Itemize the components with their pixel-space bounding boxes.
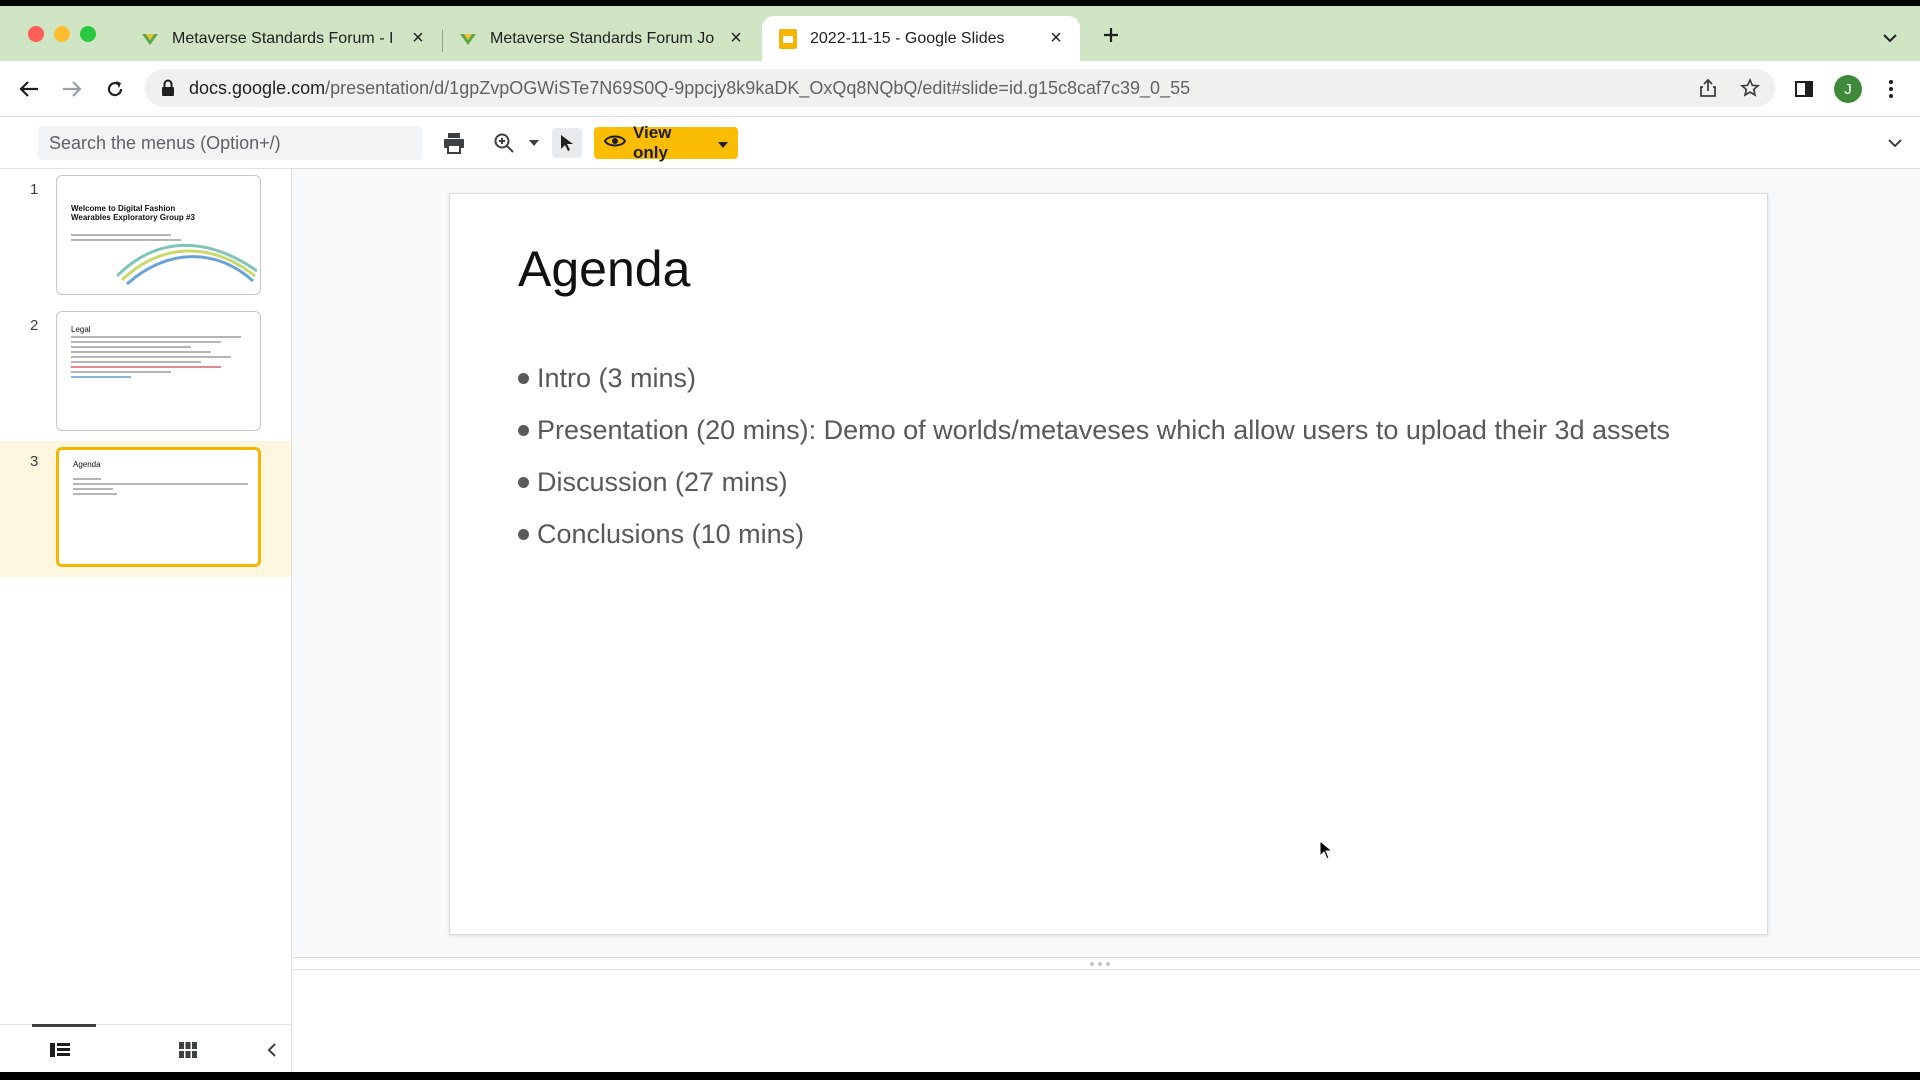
slide-editor: Agenda Intro (3 mins) Presentation (20 m… <box>293 169 1920 1072</box>
filmstrip-slide-2[interactable]: 2 Legal <box>0 305 291 441</box>
slide-filmstrip: 1 Welcome to Digital Fashion Wearables E… <box>0 169 292 1072</box>
bullet-text: Discussion (27 mins) <box>537 466 788 497</box>
collapse-panel-chevron-icon[interactable] <box>259 1037 285 1063</box>
tab-title: Metaverse Standards Forum - I <box>172 29 394 47</box>
window-minimize-button[interactable] <box>54 26 70 42</box>
url-path: /presentation/d/1gpZvpOGWiSTe7N69S0Q-9pp… <box>325 78 1191 98</box>
url-text: docs.google.com/presentation/d/1gpZvpOGW… <box>189 78 1190 99</box>
bullet-item: Conclusions (10 mins) <box>516 508 1670 560</box>
thumbnail-title: Welcome to Digital Fashion Wearables Exp… <box>71 204 195 222</box>
browser-window: Metaverse Standards Forum - I × Metavers… <box>0 6 1920 1072</box>
bullet-text: Intro (3 mins) <box>537 362 697 393</box>
close-icon[interactable]: × <box>1046 27 1066 49</box>
url-host: docs.google.com <box>189 78 326 98</box>
slide-number: 1 <box>30 181 39 198</box>
select-pointer-icon[interactable] <box>552 128 582 158</box>
tab-strip: Metaverse Standards Forum - I × Metavers… <box>0 6 1920 61</box>
slide-canvas[interactable]: Agenda Intro (3 mins) Presentation (20 m… <box>449 193 1768 935</box>
reload-icon[interactable] <box>101 75 129 103</box>
slides-toolbar: Search the menus (Option+/) View only <box>0 117 1920 169</box>
speaker-notes-resize-handle[interactable] <box>293 957 1920 970</box>
browser-tab-2[interactable]: Metaverse Standards Forum Jo × <box>442 16 760 61</box>
window-close-button[interactable] <box>28 26 44 42</box>
caret-down-icon <box>718 133 728 153</box>
close-icon[interactable]: × <box>408 27 428 49</box>
grid-view-icon[interactable] <box>175 1037 201 1063</box>
slide-thumbnail: Agenda <box>56 447 261 567</box>
collapse-toolbar-chevron-icon[interactable] <box>1884 128 1906 158</box>
print-icon[interactable] <box>440 128 468 158</box>
view-only-label: View only <box>633 123 672 162</box>
filmstrip-view-bar <box>0 1024 291 1072</box>
drag-handle-dots <box>1090 962 1110 966</box>
tab-title: Metaverse Standards Forum Jo <box>490 29 715 47</box>
bullet-item: Discussion (27 mins) <box>516 456 1670 508</box>
zoom-icon[interactable] <box>492 128 516 158</box>
navigation-bar: docs.google.com/presentation/d/1gpZvpOGW… <box>0 61 1920 117</box>
speaker-notes-panel[interactable] <box>293 971 1920 1072</box>
tab-search-chevron-icon[interactable] <box>1878 28 1902 48</box>
lock-icon <box>161 79 179 97</box>
slide-title: Agenda <box>518 241 691 297</box>
filmstrip-slide-1[interactable]: 1 Welcome to Digital Fashion Wearables E… <box>0 169 291 305</box>
window-maximize-button[interactable] <box>80 26 96 42</box>
browser-tab-1[interactable]: Metaverse Standards Forum - I × <box>124 16 442 61</box>
browser-tab-3-active[interactable]: 2022-11-15 - Google Slides × <box>762 16 1080 61</box>
thumbnail-text-lines <box>71 336 246 381</box>
share-icon[interactable] <box>1697 77 1719 99</box>
mountain-checkmark-icon <box>140 29 160 49</box>
slide-number: 3 <box>30 453 39 470</box>
back-arrow-icon[interactable] <box>15 75 43 103</box>
zoom-dropdown-icon[interactable] <box>526 128 542 158</box>
thumbnail-title: Legal <box>71 325 91 334</box>
view-only-button[interactable]: View only <box>594 123 738 162</box>
close-icon[interactable]: × <box>726 27 746 49</box>
bullet-dot <box>518 528 529 540</box>
new-tab-button[interactable] <box>1098 22 1124 48</box>
thumbnail-title: Agenda <box>73 460 101 469</box>
bookmark-star-icon[interactable] <box>1739 77 1761 99</box>
bullet-text: Presentation (20 mins): Demo of worlds/m… <box>537 414 1671 445</box>
bullet-text: Conclusions (10 mins) <box>537 518 805 549</box>
profile-avatar[interactable]: J <box>1834 75 1862 103</box>
google-slides-icon <box>778 28 798 49</box>
bullet-dot <box>518 424 529 436</box>
bullet-dot <box>518 372 529 384</box>
filmstrip-view-icon[interactable] <box>47 1037 73 1063</box>
filmstrip-slide-3[interactable]: 3 Agenda <box>0 441 291 577</box>
bullet-item: Intro (3 mins) <box>516 352 1670 404</box>
slide-bullet-list: Intro (3 mins) Presentation (20 mins): D… <box>516 352 1670 560</box>
tab-title: 2022-11-15 - Google Slides <box>810 29 1005 47</box>
slide-number: 2 <box>30 317 39 334</box>
mouse-pointer-icon <box>1319 839 1334 860</box>
bullet-dot <box>518 476 529 488</box>
slide-thumbnail: Legal <box>56 311 261 431</box>
side-panel-icon[interactable] <box>1790 75 1818 103</box>
bullet-item: Presentation (20 mins): Demo of worlds/m… <box>516 404 1670 456</box>
thumbnail-text-lines <box>73 478 253 498</box>
eye-icon <box>603 133 627 154</box>
active-view-indicator <box>32 1024 96 1027</box>
menu-search-input[interactable]: Search the menus (Option+/) <box>38 126 422 160</box>
address-bar[interactable]: docs.google.com/presentation/d/1gpZvpOGW… <box>145 69 1775 107</box>
kebab-menu-icon[interactable] <box>1877 75 1905 103</box>
forward-arrow-icon[interactable] <box>58 75 86 103</box>
thumbnail-wave-graphic <box>117 243 257 286</box>
mountain-checkmark-icon <box>458 29 478 49</box>
slide-thumbnail: Welcome to Digital Fashion Wearables Exp… <box>56 175 261 295</box>
